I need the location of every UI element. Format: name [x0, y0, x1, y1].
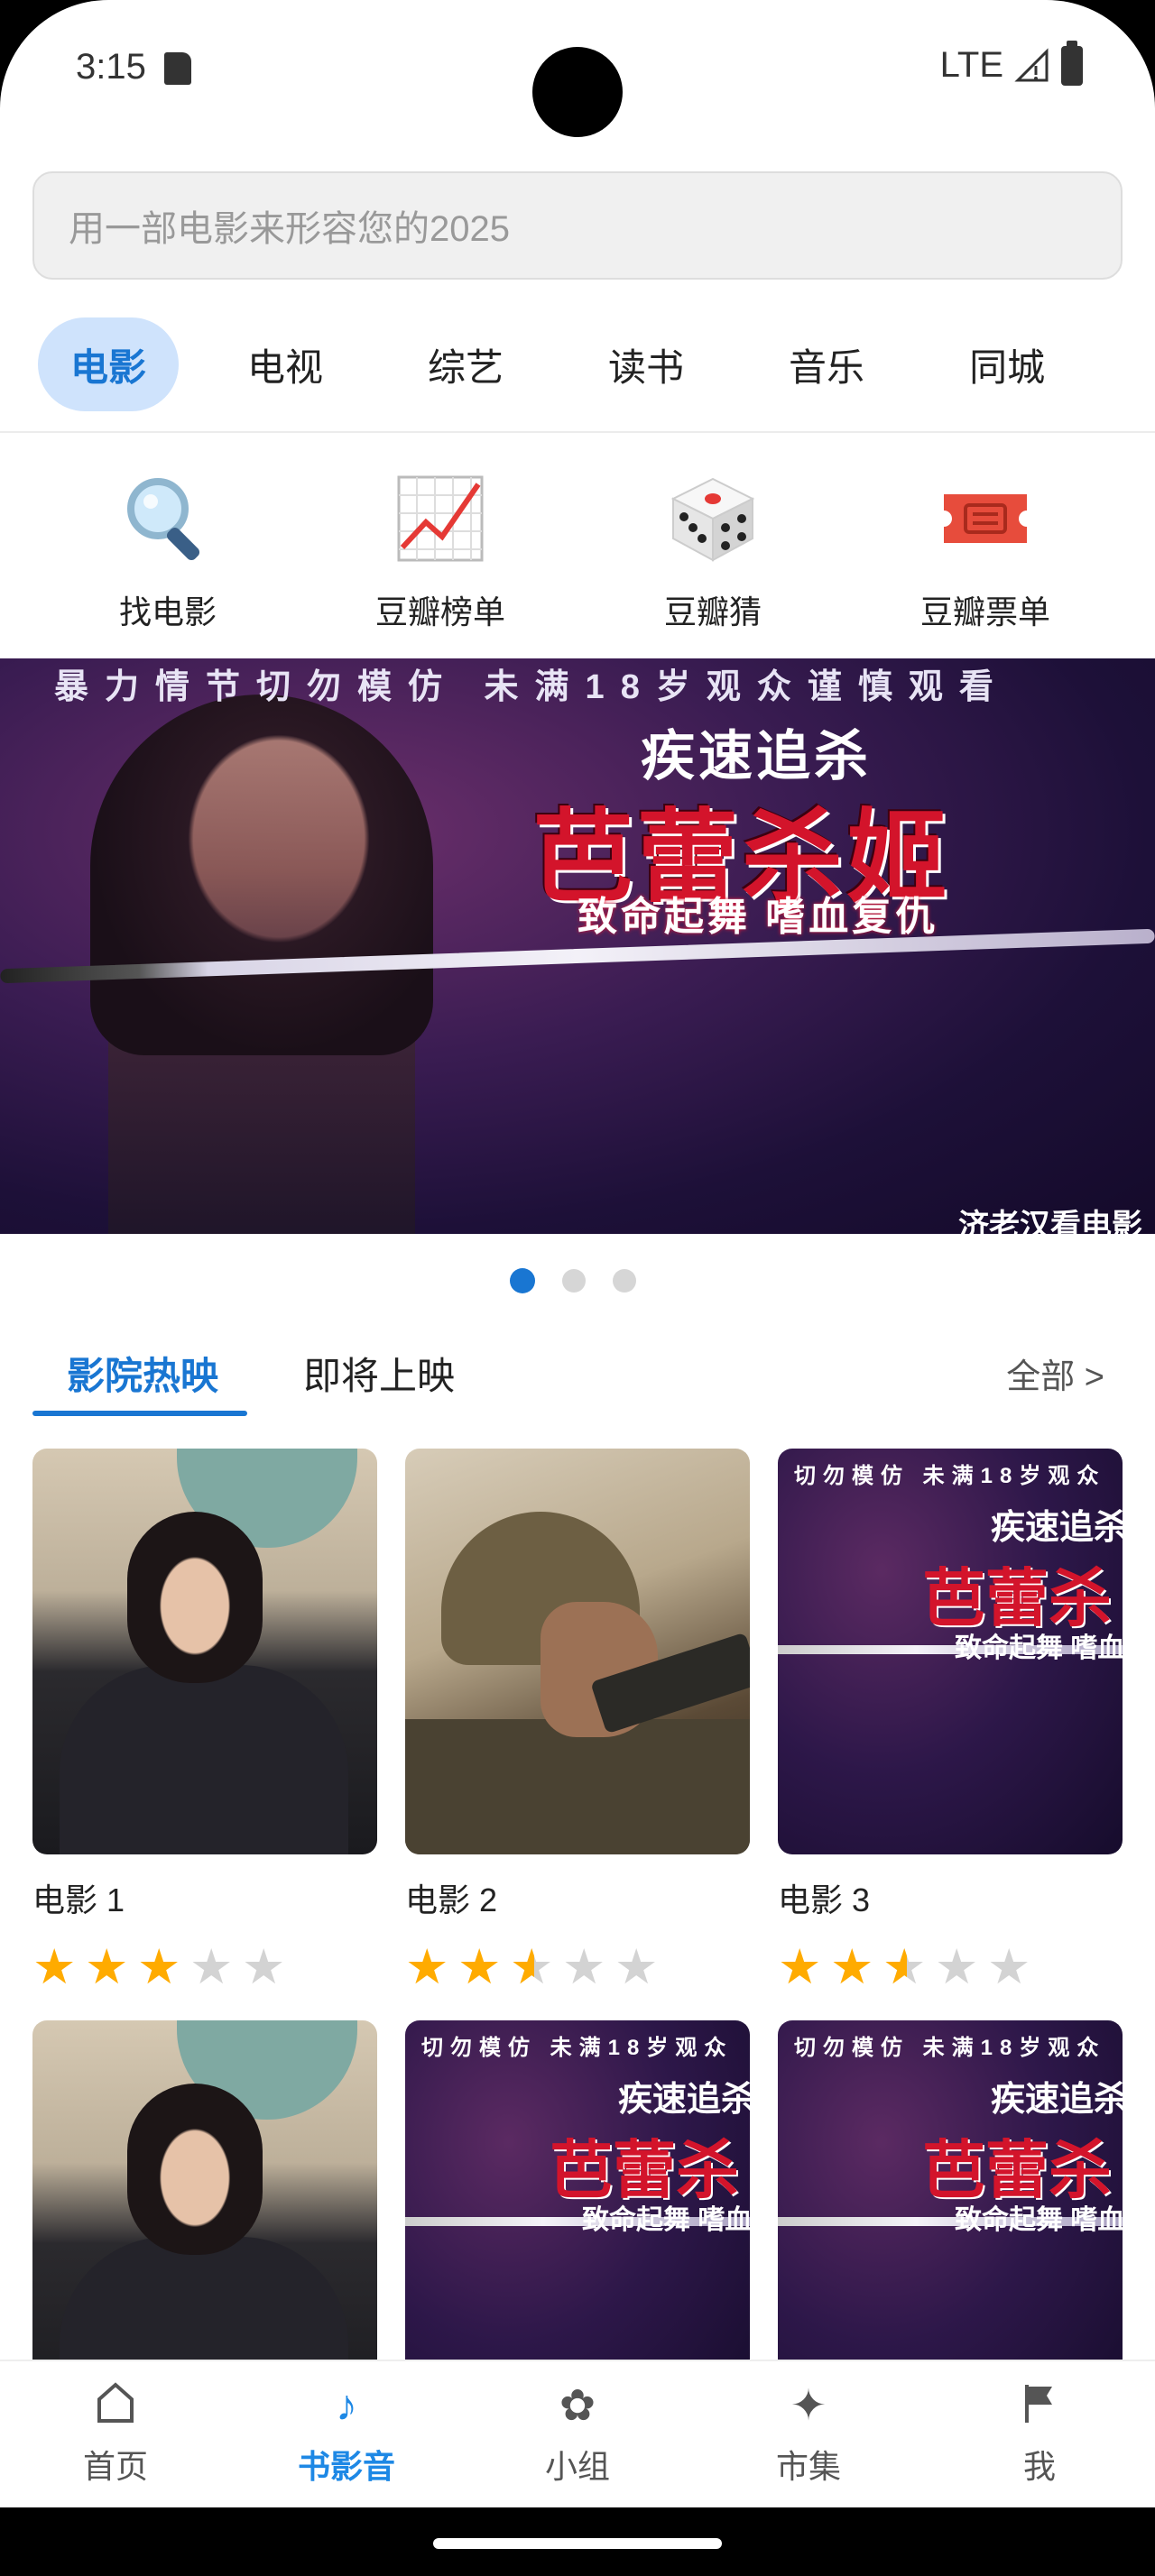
carousel-dot[interactable]	[562, 1269, 586, 1293]
shortcut-tickets[interactable]: 豆瓣票单	[877, 469, 1094, 633]
nav-me[interactable]: 我	[924, 2361, 1155, 2507]
shortcut-find-movie[interactable]: 找电影	[60, 469, 276, 633]
nav-label: 市集	[775, 2448, 841, 2485]
battery-icon	[1061, 40, 1083, 86]
shortcuts-row: 找电影 豆瓣榜单 豆瓣猜 豆瓣票单	[0, 469, 1155, 640]
rating-stars: ★ ★ ★ ★ ★	[778, 1943, 1123, 1992]
magnifier-icon	[118, 469, 217, 568]
nav-label: 小组	[544, 2448, 610, 2485]
nav-label: 首页	[82, 2448, 148, 2485]
network-label: LTE	[939, 45, 1003, 85]
star-icon: ★	[562, 1940, 606, 1994]
flag-icon	[1021, 2381, 1058, 2432]
star-icon: ★	[778, 1940, 822, 1994]
star-icon: ★	[614, 1940, 659, 1994]
movie-card[interactable]: 电影 1 ★ ★ ★ ★ ★	[32, 1449, 377, 1992]
shortcut-label: 豆瓣榜单	[374, 593, 505, 630]
star-icon: ★	[242, 1940, 286, 1994]
nav-groups[interactable]: ✿ 小组	[462, 2361, 693, 2507]
banner-hair	[90, 695, 433, 1055]
ticket-icon	[936, 469, 1035, 568]
nav-media[interactable]: ♪ 书影音	[231, 2361, 462, 2507]
flower-icon: ✿	[559, 2382, 596, 2430]
search-input[interactable]: 用一部电影来形容您的2025	[32, 171, 1123, 280]
star-half-icon: ★	[882, 1943, 931, 1992]
movie-title: 电影 3	[778, 1881, 871, 1918]
star-icon: ★	[405, 1940, 449, 1994]
active-tab-underline	[32, 1411, 247, 1416]
tab-now-showing[interactable]: 影院热映	[67, 1335, 218, 1411]
tab-variety[interactable]: 综艺	[392, 317, 540, 411]
tab-movie[interactable]: 电影	[38, 317, 179, 411]
star-icon: ★	[935, 1940, 979, 1994]
nav-label: 书影音	[297, 2448, 395, 2485]
shortcut-label: 豆瓣票单	[919, 593, 1050, 630]
view-all-link[interactable]: 全部 >	[1006, 1335, 1104, 1411]
music-note-icon: ♪	[336, 2382, 357, 2430]
shortcut-label: 找电影	[118, 593, 217, 630]
status-time: 3:15	[76, 47, 146, 87]
banner-warning: 暴力情节切勿模仿 未满18岁观众谨慎观看	[54, 668, 1010, 706]
tab-tv[interactable]: 电视	[211, 317, 359, 411]
search-placeholder: 用一部电影来形容您的2025	[69, 209, 510, 249]
banner-tagline: 致命起舞 嗜血复仇	[578, 895, 939, 939]
carousel-indicator	[510, 1268, 636, 1293]
shortcut-label: 豆瓣猜	[663, 593, 762, 630]
star-icon: ★	[32, 1940, 77, 1994]
bottom-nav: 首页 ♪ 书影音 ✿ 小组 ✦ 市集 我	[0, 2360, 1155, 2507]
chart-icon	[391, 469, 490, 568]
tab-books[interactable]: 读书	[572, 317, 720, 411]
tabs-divider	[0, 431, 1155, 433]
star-icon: ★	[457, 1940, 502, 1994]
carousel-dot[interactable]	[613, 1269, 636, 1293]
movie-poster	[32, 1449, 377, 1854]
category-tabs: 电影 电视 综艺 读书 音乐 同城	[38, 317, 1113, 411]
star-half-icon: ★	[510, 1943, 559, 1992]
tab-music[interactable]: 音乐	[753, 317, 901, 411]
carousel-dot[interactable]	[510, 1268, 535, 1293]
rating-stars: ★ ★ ★ ★ ★	[405, 1943, 750, 1992]
banner-credit: 济老汉看电影	[958, 1209, 1142, 1234]
shortcut-guess[interactable]: 豆瓣猜	[605, 469, 821, 633]
movie-poster: 切勿模仿 未满18岁观众 疾速追杀 芭蕾杀 致命起舞 嗜血	[778, 1449, 1123, 1854]
section-tabs: 影院热映 即将上映 全部 >	[32, 1335, 1123, 1416]
star-icon: ★	[189, 1940, 234, 1994]
home-icon	[96, 2381, 135, 2432]
tab-local[interactable]: 同城	[933, 317, 1081, 411]
dice-icon	[663, 469, 762, 568]
movie-poster	[405, 1449, 750, 1854]
rating-stars: ★ ★ ★ ★ ★	[32, 1943, 377, 1992]
status-right: LTE	[939, 40, 1083, 86]
status-bar: 3:15 LTE	[0, 0, 1155, 137]
star-icon: ★	[830, 1940, 874, 1994]
shortcut-rankings[interactable]: 豆瓣榜单	[332, 469, 549, 633]
sparkle-icon: ✦	[790, 2382, 827, 2430]
nav-label: 我	[1022, 2448, 1056, 2485]
sd-card-icon	[164, 52, 191, 85]
movie-title: 电影 2	[405, 1881, 498, 1918]
phone-screen: 3:15 LTE 用一部电影来形容您的2025 电影 电视 综艺 读书 音乐 同…	[0, 0, 1155, 2576]
nav-home[interactable]: 首页	[0, 2361, 231, 2507]
camera-cutout	[532, 47, 623, 137]
movie-card[interactable]: 切勿模仿 未满18岁观众 疾速追杀 芭蕾杀 致命起舞 嗜血 电影 3 ★ ★ ★…	[778, 1449, 1123, 1992]
star-icon: ★	[137, 1940, 181, 1994]
tab-coming-soon[interactable]: 即将上映	[303, 1335, 455, 1411]
movie-title: 电影 1	[32, 1881, 125, 1918]
star-icon: ★	[85, 1940, 129, 1994]
signal-icon	[1014, 47, 1049, 81]
gesture-bar[interactable]	[433, 2538, 722, 2549]
star-icon: ★	[987, 1940, 1031, 1994]
movie-card[interactable]: 电影 2 ★ ★ ★ ★ ★	[405, 1449, 750, 1992]
promo-banner[interactable]: 暴力情节切勿模仿 未满18岁观众谨慎观看 疾速追杀 芭蕾杀姬 致命起舞 嗜血复仇…	[0, 658, 1155, 1234]
nav-market[interactable]: ✦ 市集	[693, 2361, 924, 2507]
